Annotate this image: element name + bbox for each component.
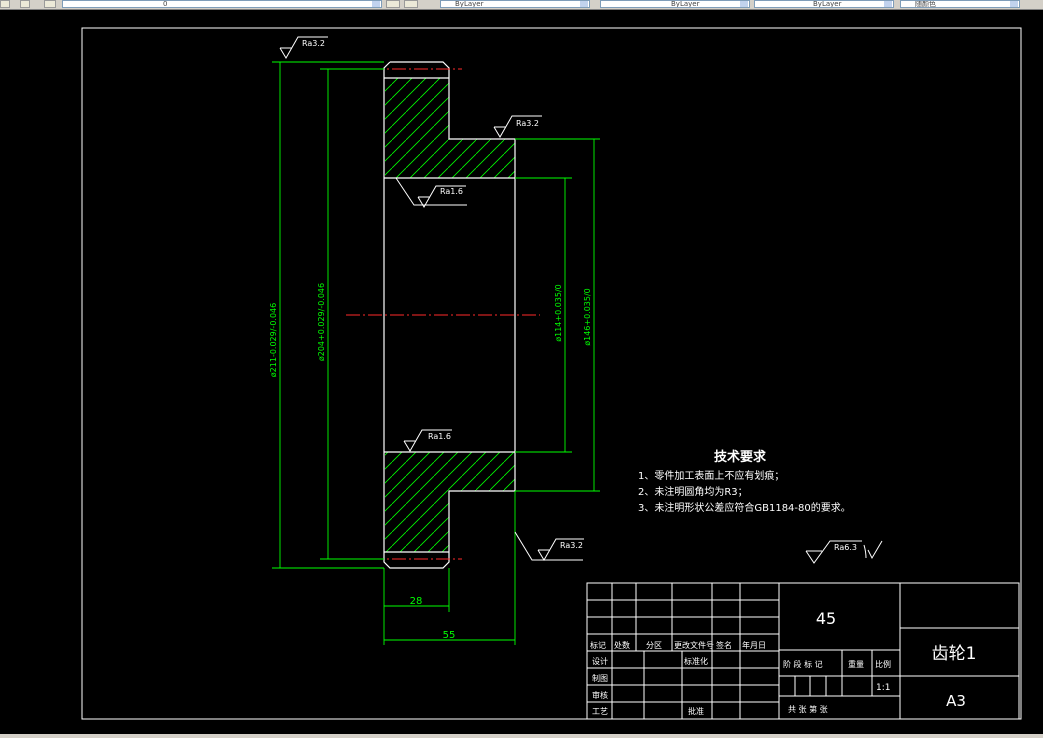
sheets-label: 共 张 第 张 xyxy=(788,704,828,714)
scale-value: 1:1 xyxy=(876,683,890,693)
dim-d146: ø146+0.035/0 xyxy=(583,288,592,346)
rev-header-count: 处数 xyxy=(614,640,630,650)
weight-label: 重量 xyxy=(848,659,864,669)
rev-header-sign: 签名 xyxy=(716,640,732,650)
sheet-inner-border xyxy=(81,27,1022,720)
layer-icon[interactable] xyxy=(44,0,56,8)
rev-header-doc: 更改文件号 xyxy=(674,640,714,650)
dim-d204: ø204+0.029/-0.046 xyxy=(317,283,326,361)
section-hatch-top xyxy=(385,78,515,178)
part-name-text: 齿轮1 xyxy=(932,644,977,664)
make-current-icon[interactable] xyxy=(386,0,400,8)
layer-combo[interactable]: 0 xyxy=(62,0,382,8)
role-process: 工艺 xyxy=(592,707,608,716)
color-control[interactable]: ByLayer xyxy=(440,0,590,8)
toolbar-button[interactable] xyxy=(0,0,10,8)
dim-d114: ø114+0.035/0 xyxy=(554,284,563,342)
dim-d211: ø211-0.029/-0.046 xyxy=(269,303,278,377)
material-text: 45 xyxy=(816,609,836,628)
linetype-control[interactable]: ByLayer xyxy=(600,0,750,8)
status-bar xyxy=(0,734,1043,738)
rev-header-mark: 标记 xyxy=(590,640,606,650)
roughness-label-1: Ra3.2 xyxy=(302,39,325,48)
chevron-down-icon[interactable] xyxy=(884,1,892,7)
role-draw: 制图 xyxy=(592,673,608,683)
tech-req-title: 技术要求 xyxy=(714,449,767,465)
roughness-label-3: Ra1.6 xyxy=(440,187,463,196)
roughness-label-5: Ra3.2 xyxy=(560,541,583,550)
approve-label: 批准 xyxy=(688,706,704,716)
layer-previous-icon[interactable] xyxy=(404,0,418,8)
tech-note-3: 3、未注明形状公差应符合GB1184-80的要求。 xyxy=(638,501,851,514)
roughness-label-6: Ra6.3 xyxy=(834,543,857,552)
role-check: 审核 xyxy=(592,690,608,700)
drawing-canvas[interactable]: ø211-0.029/-0.046 ø204+0.029/-0.046 ø114… xyxy=(0,9,1043,734)
section-hatch-bottom xyxy=(385,452,515,552)
dim-28: 28 xyxy=(410,596,423,607)
chevron-down-icon[interactable] xyxy=(740,1,748,7)
rev-header-zone: 分区 xyxy=(646,641,662,650)
plotstyle-control[interactable]: 随颜色 xyxy=(900,0,1020,8)
stage-label: 阶 段 标 记 xyxy=(783,659,823,669)
roughness-label-4: Ra1.6 xyxy=(428,432,451,441)
sheet-size-text: A3 xyxy=(946,692,966,710)
chevron-down-icon[interactable] xyxy=(372,1,380,7)
toolbar-button[interactable] xyxy=(20,0,30,8)
scale-label: 比例 xyxy=(875,659,891,669)
rev-header-date: 年月日 xyxy=(742,640,766,650)
roughness-label-2: Ra3.2 xyxy=(516,119,539,128)
chevron-down-icon[interactable] xyxy=(1010,1,1018,7)
role-design: 设计 xyxy=(592,656,608,666)
chevron-down-icon[interactable] xyxy=(580,1,588,7)
lineweight-control[interactable]: ByLayer xyxy=(754,0,894,8)
sheet-outer-border xyxy=(81,27,1022,720)
tech-note-2: 2、未注明圆角均为R3； xyxy=(638,485,748,498)
tech-note-1: 1、零件加工表面上不应有划痕； xyxy=(638,469,784,482)
dim-55: 55 xyxy=(443,630,456,641)
standardize-label: 标准化 xyxy=(684,656,708,666)
